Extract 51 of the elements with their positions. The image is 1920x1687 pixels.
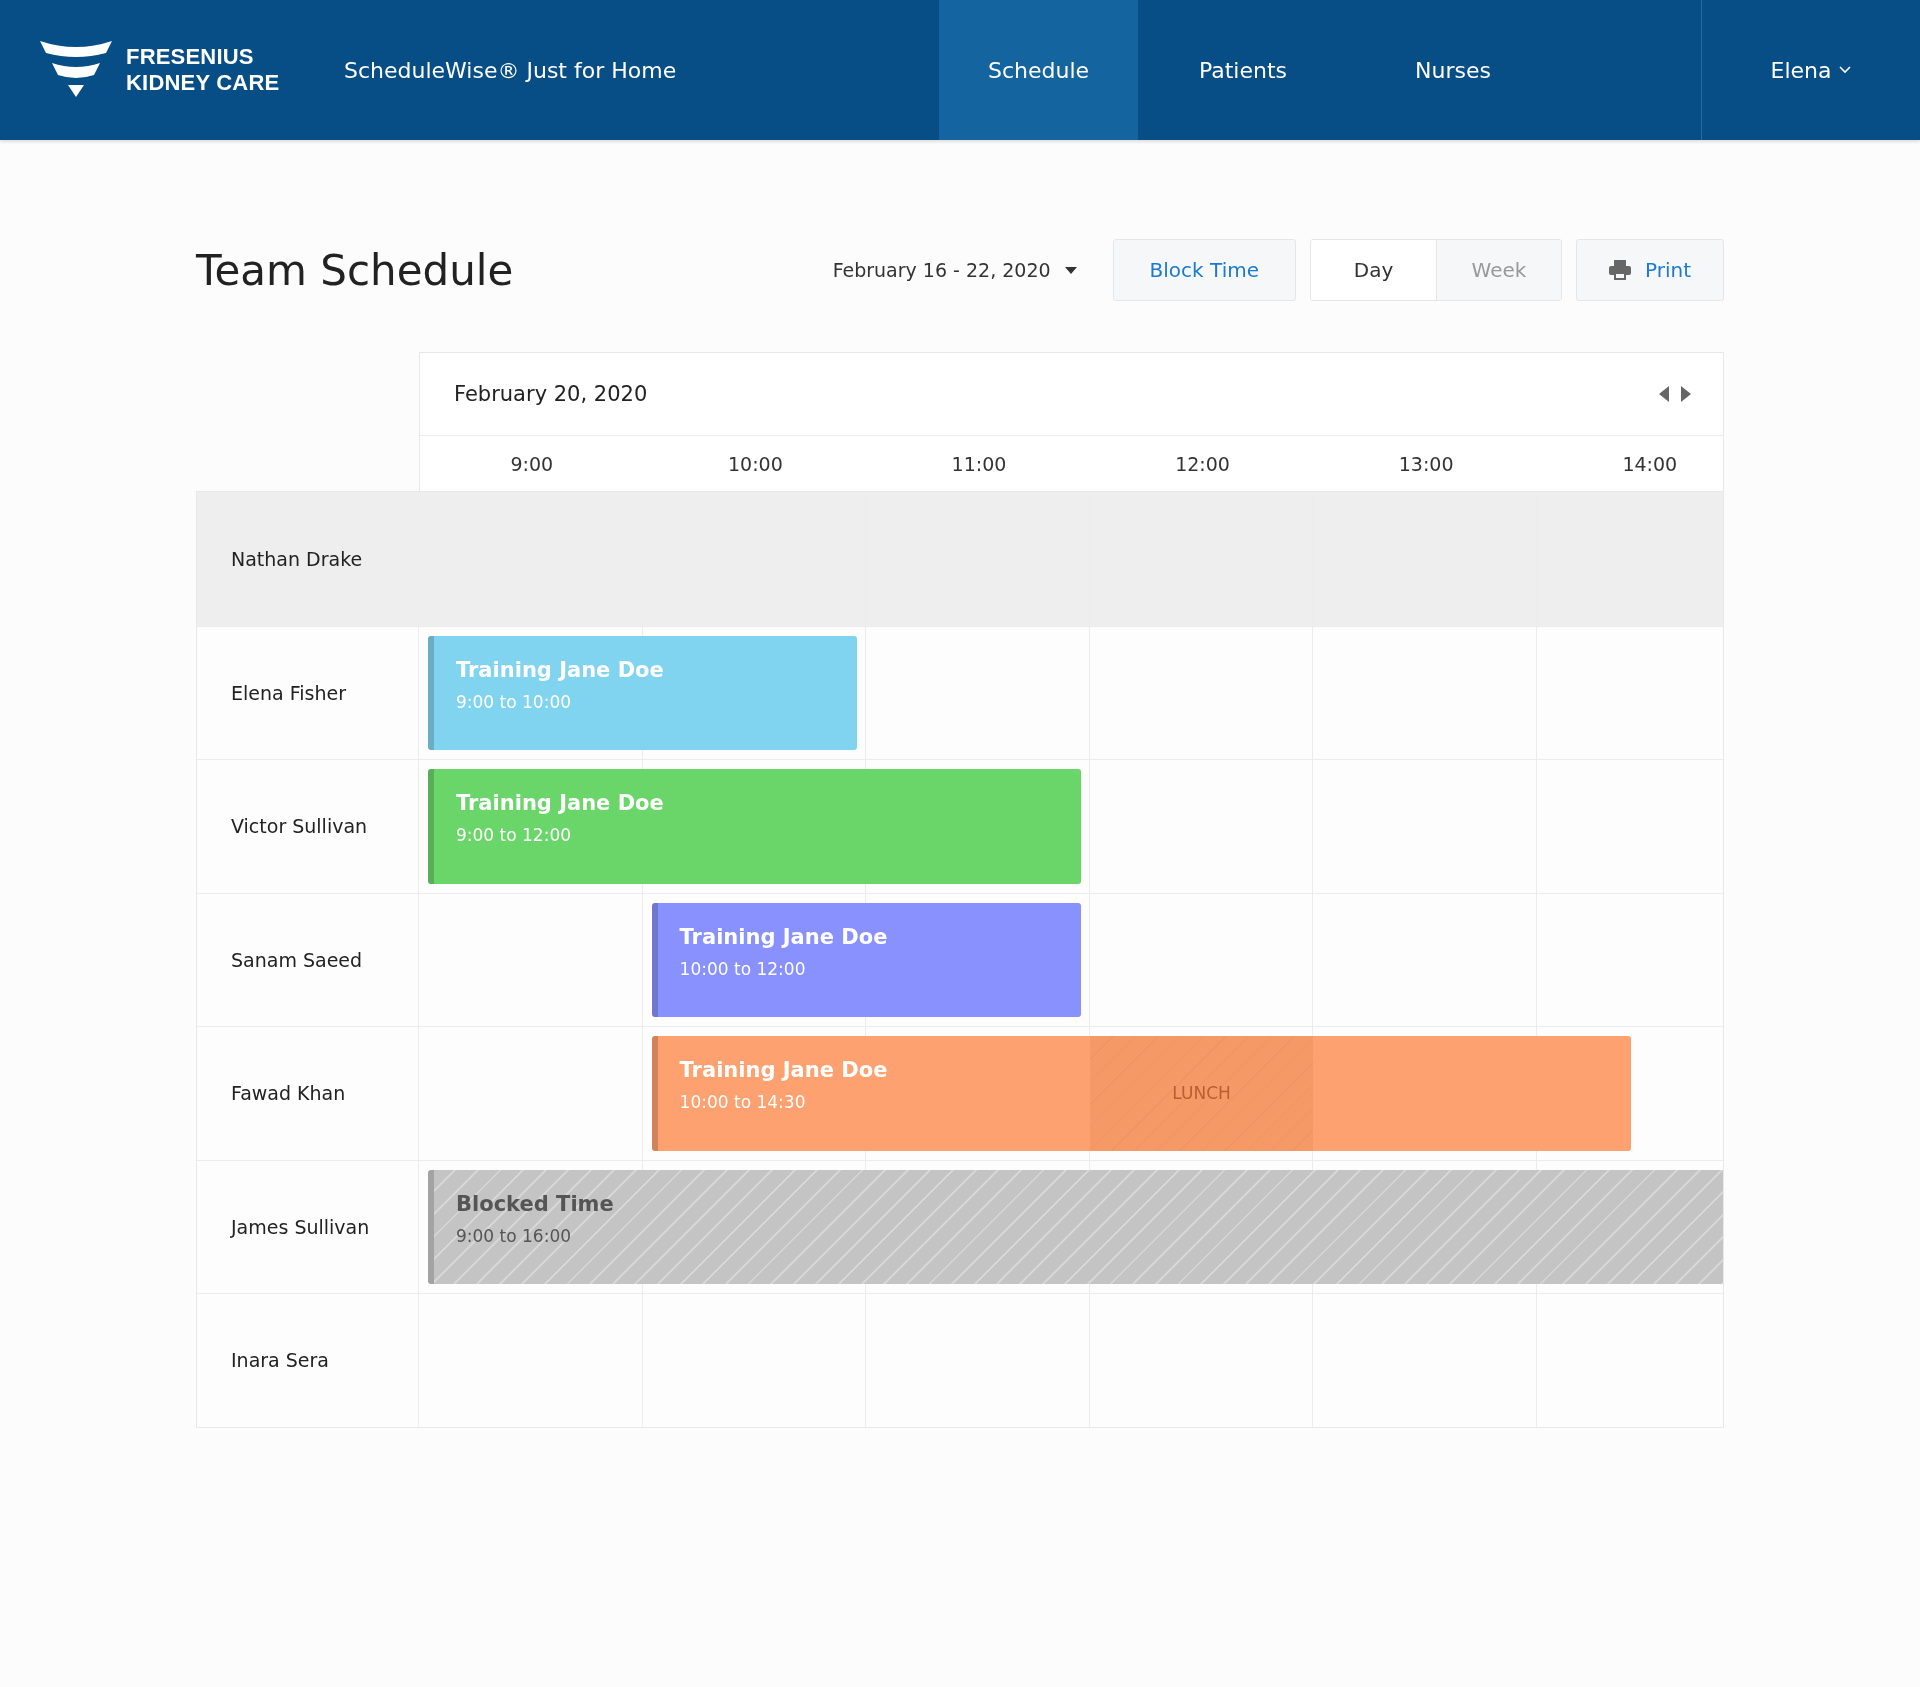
nav-tab[interactable]: Nurses — [1348, 0, 1558, 140]
nurse-row[interactable]: Nathan Drake — [197, 492, 1723, 626]
event-time: 9:00 to 10:00 — [456, 691, 572, 712]
logo-text: FRESENIUS KIDNEY CARE — [126, 44, 280, 96]
hour-label: 10:00 — [728, 452, 783, 475]
lunch-break: LUNCH — [1089, 1036, 1314, 1151]
block-time-button[interactable]: Block Time — [1112, 239, 1296, 301]
nurse-name: Fawad Khan — [231, 1082, 346, 1105]
event-title: Training Jane Doe — [456, 791, 664, 815]
nurse-name: Inara Sera — [231, 1349, 329, 1372]
nurse-name: Elena Fisher — [231, 681, 346, 704]
event-title: Blocked Time — [456, 1191, 614, 1216]
event-title: Training Jane Doe — [456, 657, 664, 682]
printer-icon — [1609, 260, 1631, 280]
event-time: 9:00 to 16:00 — [456, 1225, 572, 1246]
nurse-row[interactable]: Victor Sullivan Training Jane Doe 9:00 to 12:00 — [197, 759, 1723, 893]
nurse-name: Nathan Drake — [231, 547, 363, 570]
next-button[interactable] — [1679, 384, 1693, 404]
hour-label: 11:00 — [951, 452, 1007, 475]
date-range-dropdown[interactable]: February 16 - 22, 2020 — [832, 259, 1077, 281]
hour-label: 12:00 — [1175, 452, 1230, 475]
nav-tab[interactable]: Schedule — [939, 0, 1138, 140]
hour-label: 13:00 — [1398, 452, 1454, 475]
caret-left-icon — [1659, 386, 1669, 402]
event-time: 9:00 to 12:00 — [456, 825, 572, 845]
caret-down-icon — [1064, 266, 1077, 274]
nurse-name: James Sullivan — [231, 1215, 370, 1238]
nurse-row[interactable]: Elena Fisher Training Jane Doe 9:00 to 10:00 — [197, 625, 1723, 759]
hour-label: 14:00 — [1622, 452, 1678, 475]
previous-button[interactable] — [1657, 384, 1671, 404]
event-time: 10:00 to 14:30 — [679, 1092, 806, 1112]
caret-right-icon — [1681, 386, 1691, 402]
nurse-row[interactable]: James Sullivan Blocked Time 9:00 to 16:00 — [197, 1159, 1723, 1293]
event-title: Training Jane Doe — [679, 1058, 888, 1082]
hour-label: 9:00 — [510, 452, 554, 475]
calendar-date: February 20, 2020 — [454, 382, 648, 406]
print-button[interactable]: Print — [1576, 239, 1724, 301]
event-time: 10:00 to 12:00 — [679, 958, 806, 979]
blocked-time-event[interactable]: Blocked Time 9:00 to 16:00 — [428, 1169, 1723, 1284]
logo-chevron-icon — [40, 41, 112, 99]
user-menu[interactable]: Elena — [1701, 0, 1920, 140]
nav-tab[interactable]: Patients — [1138, 0, 1348, 140]
chevron-down-icon — [1839, 66, 1852, 74]
nurse-row[interactable]: Sanam Saeed Training Jane Doe 10:00 to 12:00 — [197, 892, 1723, 1026]
nurse-row[interactable]: Inara Sera — [197, 1293, 1723, 1427]
event-title: Training Jane Doe — [679, 924, 888, 949]
nurse-name: Victor Sullivan — [231, 815, 368, 838]
page-title: Team Schedule — [196, 245, 515, 295]
nurse-name: Sanam Saeed — [231, 948, 363, 971]
app-name: ScheduleWise® Just for Home — [344, 57, 677, 83]
nurse-row[interactable]: Fawad Khan LUNCH Training Jane Doe 10:00 to 14:30 — [197, 1026, 1723, 1160]
